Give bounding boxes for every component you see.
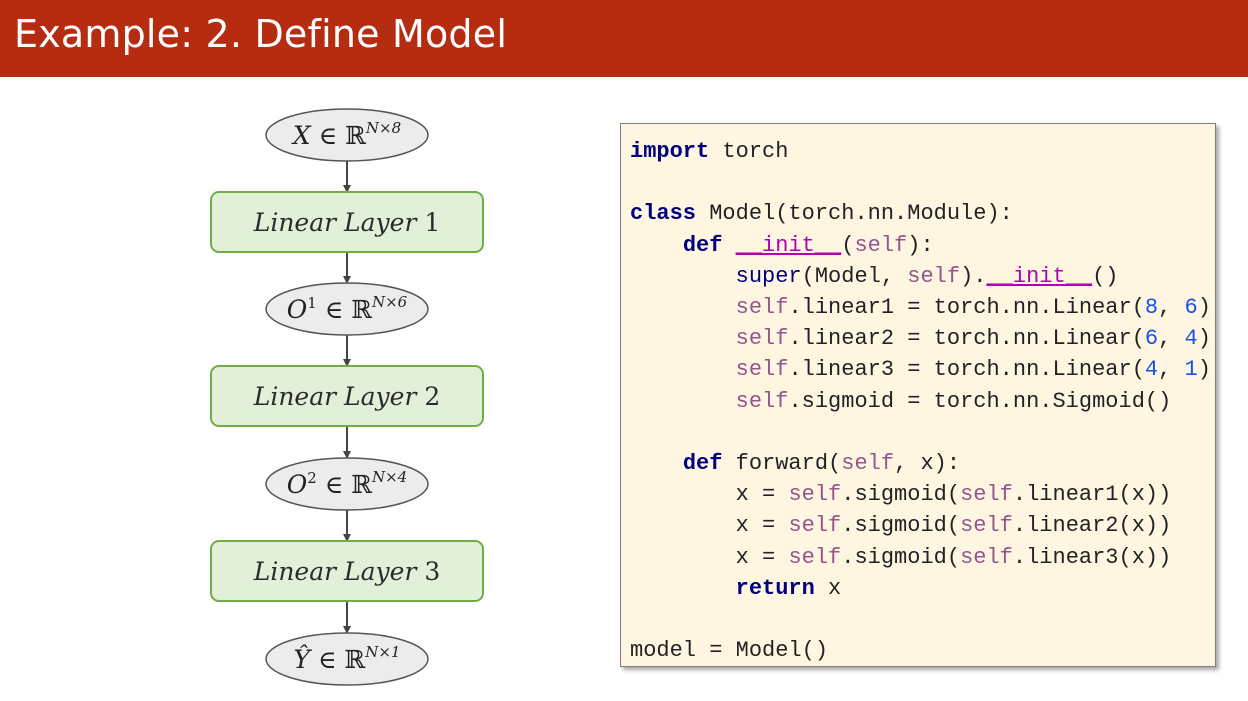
code-token: self bbox=[854, 232, 908, 258]
code-line: def forward(self, x): bbox=[630, 448, 960, 479]
code-token: self bbox=[788, 544, 842, 570]
code-token: .sigmoid = torch.nn.Sigmoid() bbox=[788, 388, 1172, 414]
code-token: self bbox=[907, 263, 961, 289]
code-token: super bbox=[735, 263, 802, 289]
code-token: self bbox=[960, 482, 1013, 508]
model-diagram: X ∈ ℝN×8 Linear Layer 1 O1 ∈ ℝN×6 Linear La… bbox=[210, 108, 484, 686]
code-token: .sigmoid( bbox=[841, 544, 961, 570]
code-token: ). bbox=[960, 263, 987, 289]
linear-layer-box: Linear Layer 1 bbox=[210, 191, 484, 253]
code-line: class Model(torch.nn.Module): bbox=[630, 198, 1013, 229]
code-token: , bbox=[1158, 295, 1185, 320]
code-token: .sigmoid( bbox=[841, 482, 961, 508]
code-token: .linear3 = torch.nn.Linear( bbox=[788, 357, 1145, 383]
code-token: .linear1 = torch.nn.Linear( bbox=[788, 295, 1145, 320]
code-token: (Model, bbox=[801, 263, 908, 289]
code-token: ) bbox=[1197, 357, 1211, 383]
code-token: .linear3(x)) bbox=[1012, 544, 1172, 570]
code-token: .linear1(x)) bbox=[1012, 482, 1172, 508]
code-line: model = Model() bbox=[630, 635, 828, 666]
code-line: self.linear1 = torch.nn.Linear(8, 6) bbox=[630, 292, 1211, 323]
code-token: __init__ bbox=[735, 232, 842, 258]
code-token: forward( bbox=[722, 451, 842, 476]
code-token: self bbox=[735, 388, 789, 414]
code-token: ): bbox=[907, 232, 934, 258]
code-token: self bbox=[960, 513, 1013, 539]
linear-layer-box: Linear Layer 2 bbox=[210, 365, 484, 427]
code-token: __init__ bbox=[986, 263, 1093, 289]
code-token: .linear2 = torch.nn.Linear( bbox=[788, 326, 1145, 352]
code-token: self bbox=[735, 357, 789, 383]
layer-label: Linear Layer 3 bbox=[253, 557, 441, 586]
code-token: model = Model() bbox=[630, 638, 829, 664]
code-line: import torch bbox=[630, 136, 788, 167]
code-line: self.linear3 = torch.nn.Linear(4, 1) bbox=[630, 354, 1211, 385]
code-keyword: class bbox=[630, 201, 697, 227]
code-token: 6 bbox=[1184, 295, 1198, 320]
layer-label: Linear Layer 2 bbox=[253, 382, 441, 411]
code-token: .linear2(x)) bbox=[1012, 513, 1172, 539]
code-token: self bbox=[788, 513, 842, 539]
code-line: self.sigmoid = torch.nn.Sigmoid() bbox=[630, 386, 1172, 417]
code-token: () bbox=[1092, 263, 1119, 289]
code-block: import torch class Model(torch.nn.Module… bbox=[620, 123, 1216, 667]
tensor-node: Ŷ ∈ ℝN×1 bbox=[265, 632, 429, 686]
code-token: 4 bbox=[1184, 326, 1198, 352]
code-token: 1 bbox=[1184, 357, 1198, 383]
code-token: ( bbox=[841, 232, 855, 258]
code-line: self.linear2 = torch.nn.Linear(6, 4) bbox=[630, 323, 1211, 354]
code-line: return x bbox=[630, 573, 842, 604]
code-token: , bbox=[1158, 326, 1185, 352]
code-line: def __init__(self): bbox=[630, 230, 934, 261]
code-keyword: import bbox=[630, 139, 710, 164]
code-token: self bbox=[960, 544, 1013, 570]
code-keyword: return bbox=[735, 575, 815, 601]
code-token: .sigmoid( bbox=[841, 513, 961, 539]
code-token: x = bbox=[630, 513, 789, 539]
code-token: x = bbox=[630, 544, 789, 570]
code-token: 6 bbox=[1144, 326, 1159, 352]
code-token: self bbox=[841, 451, 895, 476]
code-line: x = self.sigmoid(self.linear1(x)) bbox=[630, 479, 1172, 510]
code-token: self bbox=[735, 326, 789, 352]
code-token: 4 bbox=[1144, 357, 1159, 383]
tensor-node: O1 ∈ ℝN×6 bbox=[265, 282, 429, 336]
code-token: , x): bbox=[894, 451, 961, 476]
code-token: Model(torch.nn.Module): bbox=[696, 201, 1013, 227]
tensor-node: X ∈ ℝN×8 bbox=[265, 108, 429, 162]
code-line: x = self.sigmoid(self.linear2(x)) bbox=[630, 510, 1172, 541]
linear-layer-box: Linear Layer 3 bbox=[210, 540, 484, 602]
code-token: ) bbox=[1197, 326, 1211, 352]
code-token: , bbox=[1158, 357, 1185, 383]
code-line: super(Model, self).__init__() bbox=[630, 261, 1119, 292]
code-line: x = self.sigmoid(self.linear3(x)) bbox=[630, 542, 1172, 573]
code-token: self bbox=[735, 295, 789, 320]
code-token: 8 bbox=[1144, 295, 1159, 320]
code-token: x = bbox=[630, 482, 789, 508]
code-keyword: def bbox=[682, 451, 723, 476]
layer-label: Linear Layer 1 bbox=[253, 208, 441, 237]
tensor-node: O2 ∈ ℝN×4 bbox=[265, 457, 429, 511]
code-keyword: def bbox=[682, 232, 723, 258]
code-token: x bbox=[814, 575, 842, 601]
code-token: self bbox=[788, 482, 842, 508]
code-token: ) bbox=[1197, 295, 1211, 320]
code-token: torch bbox=[709, 139, 789, 164]
